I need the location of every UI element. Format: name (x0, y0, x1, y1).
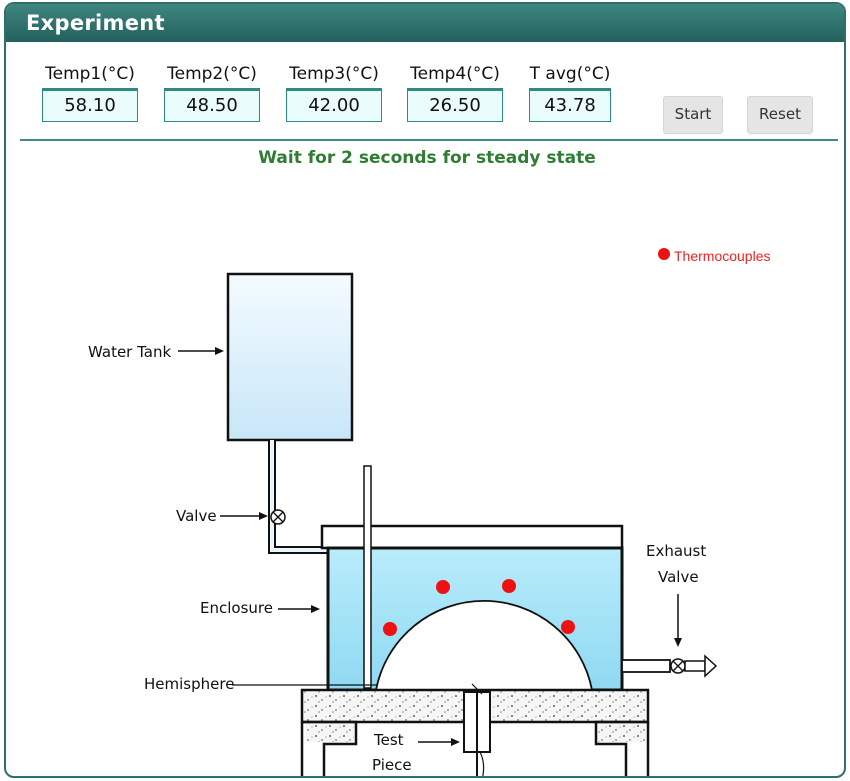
thermocouple-dot (502, 579, 516, 593)
exhaust-label: Exhaust (646, 542, 706, 560)
test-label: Test (373, 731, 404, 749)
hemisphere-label: Hemisphere (144, 675, 234, 693)
thermometer-rod (363, 465, 372, 689)
thermocouple-dot (561, 620, 575, 634)
water-tank (226, 272, 354, 442)
water-tank-label: Water Tank (88, 343, 171, 361)
piece-label: Piece (372, 756, 412, 774)
exhaust-valve-label: Valve (658, 568, 699, 586)
valve-label: Valve (176, 507, 217, 525)
thermocouple-dot (383, 622, 397, 636)
supply-pipe (268, 440, 328, 554)
exhaust-arrow (704, 654, 718, 678)
thermocouple-legend-dot (658, 248, 670, 260)
thermocouple-legend: Thermocouples (674, 248, 771, 264)
exhaust-pipe (621, 659, 671, 673)
experiment-panel: Experiment Temp1(°C) 58.10 Temp2(°C) 48.… (4, 2, 846, 778)
thermocouple-dot (436, 580, 450, 594)
apparatus-diagram: Thermocouples Water Tank Valve Enclosure… (88, 248, 771, 776)
enclosure-label: Enclosure (200, 599, 273, 617)
